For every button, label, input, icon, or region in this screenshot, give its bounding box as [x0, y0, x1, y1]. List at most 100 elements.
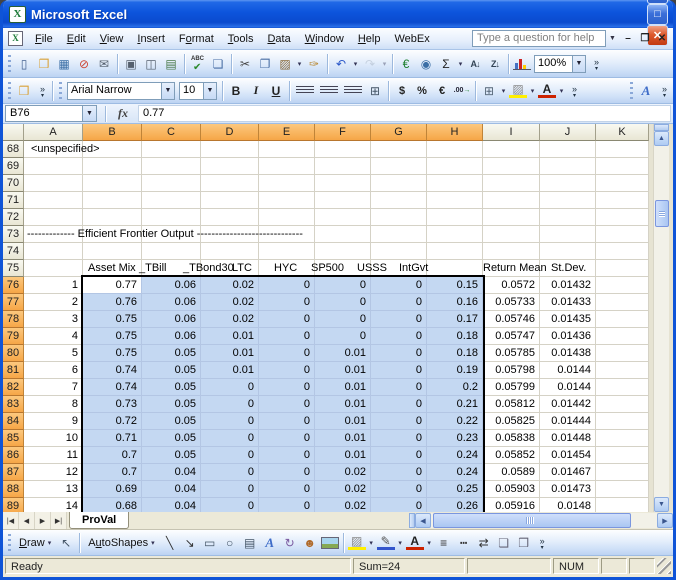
cell-D86[interactable]: 0 [201, 447, 259, 464]
question-help-dropdown-icon[interactable]: ▼ [606, 30, 619, 47]
cell-K80[interactable] [596, 345, 649, 362]
cell-E71[interactable] [259, 192, 315, 209]
cell-F81[interactable]: 0.01 [315, 362, 371, 379]
cell-C88[interactable]: 0.04 [142, 481, 201, 498]
cell-H75[interactable] [427, 260, 483, 277]
cell-K87[interactable] [596, 464, 649, 481]
cell-D77[interactable]: 0.02 [201, 294, 259, 311]
cell-B68[interactable] [83, 141, 142, 158]
cell-J76[interactable]: 0.01432 [540, 277, 596, 294]
cell-G79[interactable]: 0 [371, 328, 427, 345]
cell-C76[interactable]: 0.06 [142, 277, 201, 294]
cell-J82[interactable]: 0.0144 [540, 379, 596, 396]
cell-I88[interactable]: 0.05903 [483, 481, 540, 498]
undo-icon[interactable]: ↶ [332, 55, 350, 73]
cell-H81[interactable]: 0.19 [427, 362, 483, 379]
cell-F70[interactable] [315, 175, 371, 192]
borders-icon-dropdown[interactable]: ▾ [499, 82, 508, 100]
cell-C89[interactable]: 0.04 [142, 498, 201, 512]
scroll-right-icon[interactable]: ▶ [657, 513, 673, 528]
cell-B72[interactable] [83, 209, 142, 226]
cell-I71[interactable] [483, 192, 540, 209]
cell-A69[interactable] [24, 158, 83, 175]
font-color-icon[interactable]: A [406, 535, 424, 550]
cell-D68[interactable] [201, 141, 259, 158]
cell-G68[interactable] [371, 141, 427, 158]
cell-I68[interactable] [483, 141, 540, 158]
zoom-combo[interactable]: 100%▼ [534, 55, 586, 73]
print-preview-icon[interactable]: ◫ [142, 55, 160, 73]
cell-G75[interactable] [371, 260, 427, 277]
line-color-icon-dropdown[interactable]: ▾ [396, 534, 405, 552]
cell-H76[interactable]: 0.15 [427, 277, 483, 294]
cell-E85[interactable]: 0 [259, 430, 315, 447]
sort-descending-icon[interactable]: Z↓ [486, 55, 504, 73]
fill-color-icon[interactable]: ▨ [509, 83, 527, 98]
toolbar-options-chevron[interactable]: »▾ [536, 532, 549, 554]
cell-D88[interactable]: 0 [201, 481, 259, 498]
cell-J87[interactable]: 0.01467 [540, 464, 596, 481]
cell-C79[interactable]: 0.06 [142, 328, 201, 345]
zoom-combo-dropdown-icon[interactable]: ▼ [572, 56, 585, 72]
cell-A74[interactable] [24, 243, 83, 260]
cell-D83[interactable]: 0 [201, 396, 259, 413]
cell-E89[interactable]: 0 [259, 498, 315, 512]
scroll-down-icon[interactable]: ▼ [654, 497, 669, 512]
cell-J69[interactable] [540, 158, 596, 175]
cell-E74[interactable] [259, 243, 315, 260]
doc-close-button[interactable]: ✕ [654, 31, 670, 47]
cell-A87[interactable]: 12 [24, 464, 83, 481]
cell-H73[interactable] [427, 226, 483, 243]
cell-K76[interactable] [596, 277, 649, 294]
cell-K89[interactable] [596, 498, 649, 512]
cell-F75[interactable] [315, 260, 371, 277]
cell-B86[interactable]: 0.7 [83, 447, 142, 464]
cell-F74[interactable] [315, 243, 371, 260]
cell-K68[interactable] [596, 141, 649, 158]
cell-E73[interactable] [259, 226, 315, 243]
chart-wizard-icon[interactable] [513, 58, 531, 70]
cell-J85[interactable]: 0.01448 [540, 430, 596, 447]
cell-I69[interactable] [483, 158, 540, 175]
row-header-82[interactable]: 82 [3, 379, 24, 396]
cell-G69[interactable] [371, 158, 427, 175]
cell-G89[interactable]: 0 [371, 498, 427, 512]
horizontal-scroll-track[interactable] [431, 513, 657, 528]
cell-A86[interactable]: 11 [24, 447, 83, 464]
cell-D76[interactable]: 0.02 [201, 277, 259, 294]
cell-I84[interactable]: 0.05825 [483, 413, 540, 430]
permission-icon[interactable]: ⊘ [75, 55, 93, 73]
vertical-scroll-track[interactable] [654, 146, 669, 497]
cell-F79[interactable]: 0 [315, 328, 371, 345]
cell-F83[interactable]: 0.01 [315, 396, 371, 413]
cell-D70[interactable] [201, 175, 259, 192]
vertical-scrollbar[interactable]: ▲ ▼ [653, 124, 669, 512]
proval-addin-icon[interactable]: A [637, 82, 655, 100]
fill-color-icon-dropdown[interactable]: ▾ [367, 534, 376, 552]
cell-K70[interactable] [596, 175, 649, 192]
column-header-F[interactable]: F [315, 124, 371, 141]
cell-D87[interactable]: 0 [201, 464, 259, 481]
cell-B89[interactable]: 0.68 [83, 498, 142, 512]
cell-B73[interactable] [83, 226, 142, 243]
cell-H84[interactable]: 0.22 [427, 413, 483, 430]
cell-G73[interactable] [371, 226, 427, 243]
toolbar-options-chevron[interactable]: »▾ [590, 53, 603, 75]
cell-E77[interactable]: 0 [259, 294, 315, 311]
cell-G74[interactable] [371, 243, 427, 260]
bold-button[interactable]: B [227, 82, 245, 100]
dash-style-icon[interactable]: ┅ [455, 534, 473, 552]
paste-icon-dropdown[interactable]: ▾ [295, 55, 304, 73]
cell-E76[interactable]: 0 [259, 277, 315, 294]
cell-F87[interactable]: 0.02 [315, 464, 371, 481]
cell-A85[interactable]: 10 [24, 430, 83, 447]
insert-function-icon[interactable]: fx [112, 106, 134, 121]
cell-H79[interactable]: 0.18 [427, 328, 483, 345]
cell-H72[interactable] [427, 209, 483, 226]
cell-K73[interactable] [596, 226, 649, 243]
cell-J72[interactable] [540, 209, 596, 226]
undo-icon-dropdown[interactable]: ▾ [351, 55, 360, 73]
cell-D78[interactable]: 0.02 [201, 311, 259, 328]
cell-C77[interactable]: 0.06 [142, 294, 201, 311]
row-header-73[interactable]: 73 [3, 226, 24, 243]
